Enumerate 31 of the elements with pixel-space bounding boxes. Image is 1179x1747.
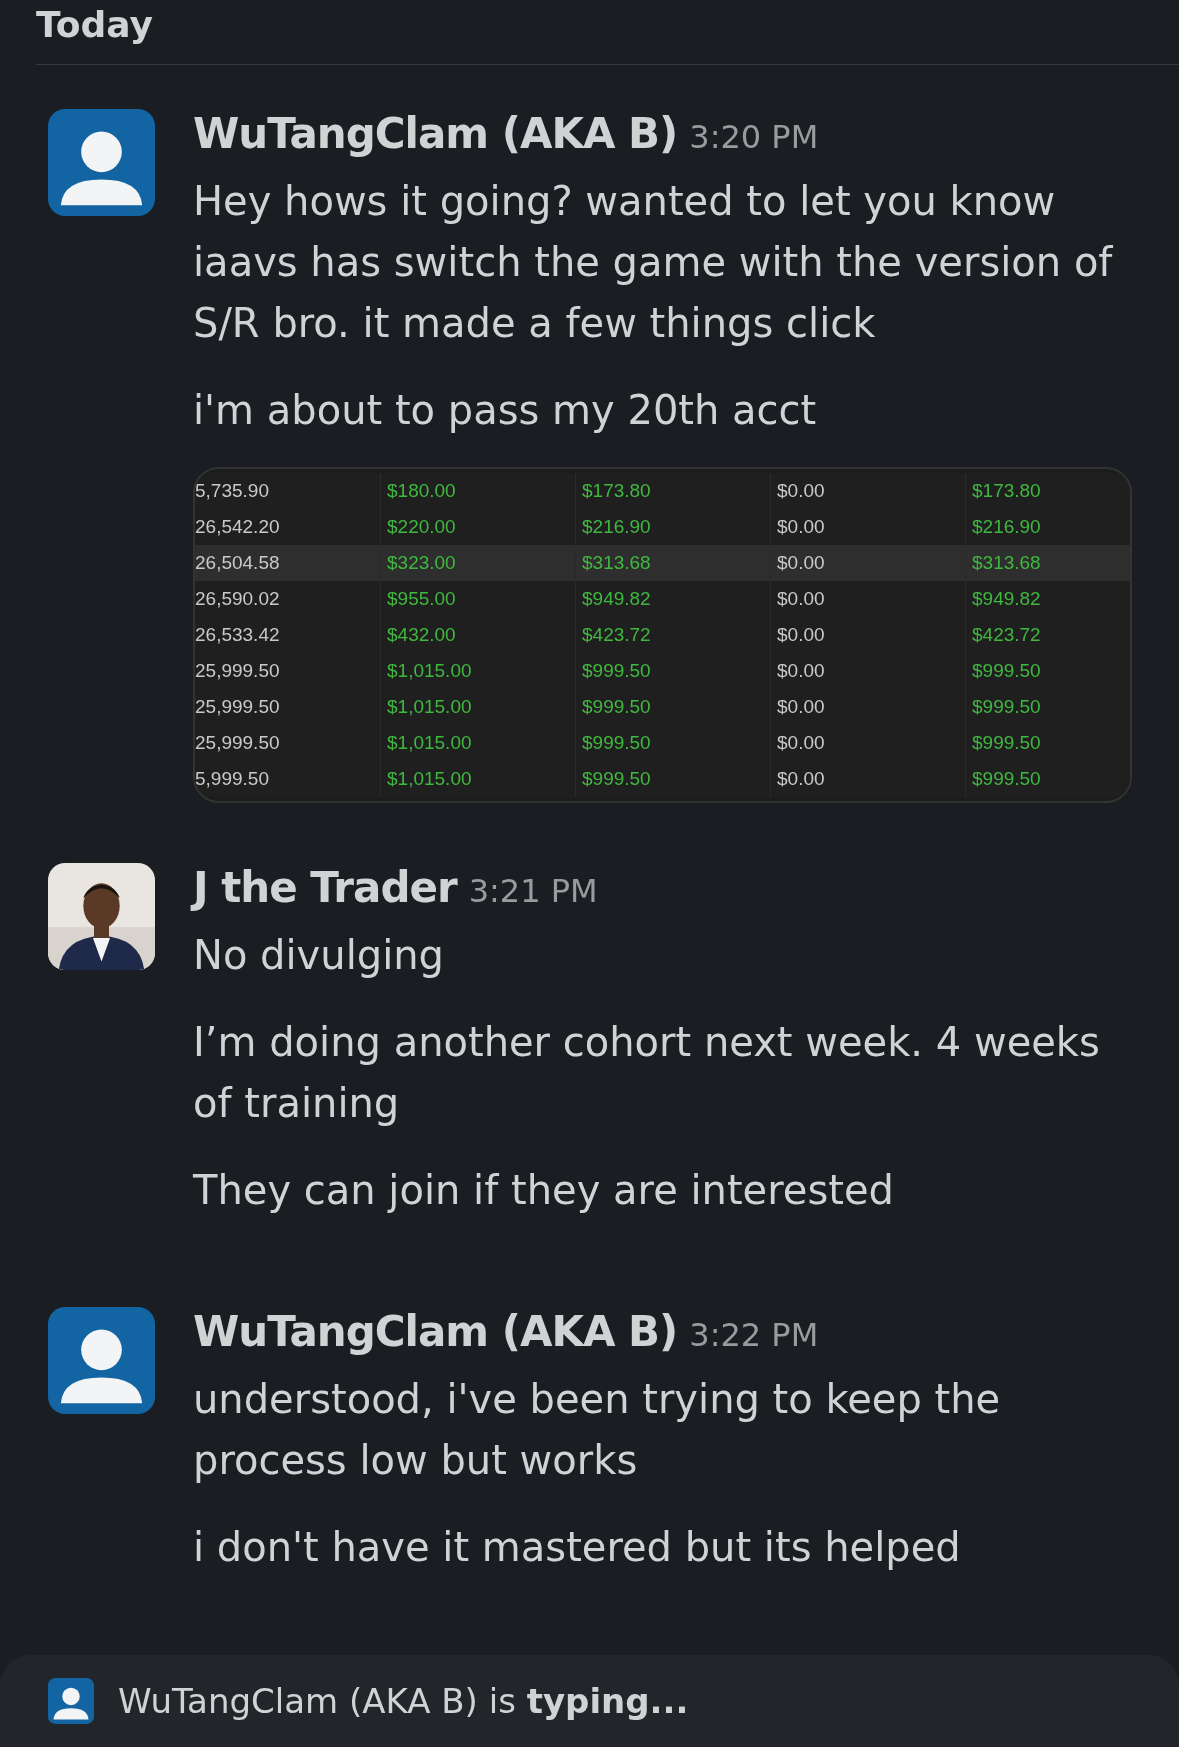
table-cell-text: 26,504.58 <box>195 551 281 575</box>
user-avatar-icon[interactable] <box>48 1307 155 1414</box>
message-text: I’m doing another cohort next week. 4 weeks of training <box>193 1018 1101 1128</box>
date-divider: Today <box>36 3 153 47</box>
table-cell: $999.50 <box>965 761 1130 797</box>
table-cell: $999.50 <box>575 761 770 797</box>
table-cell-text: 25,999.50 <box>195 695 281 719</box>
timestamp[interactable]: 3:20 PM <box>689 118 819 156</box>
table-cell-text: 26,542.20 <box>195 515 281 539</box>
author-name[interactable]: WuTangClam (AKA B) <box>193 109 678 158</box>
table-cell-text: 5,999.50 <box>195 767 270 791</box>
screenshot-attachment[interactable] <box>193 467 1132 803</box>
table-cell-text: 25,999.50 <box>195 659 281 683</box>
author-name[interactable]: WuTangClam (AKA B) <box>193 1307 678 1356</box>
table-cell-text: 26,590.02 <box>195 587 281 611</box>
table-cell-text: 26,533.42 <box>195 623 281 647</box>
user-avatar-icon[interactable] <box>48 109 155 216</box>
message-text: They can join if they are interested <box>193 1166 895 1215</box>
typing-indicator: WuTangClam (AKA B) is typing... <box>118 1681 689 1721</box>
message-text: i'm about to pass my 20th acct <box>193 386 818 435</box>
table-cell: $0.00 <box>770 761 965 797</box>
message-text: i don't have it mastered but its helped <box>193 1523 962 1572</box>
timestamp[interactable]: 3:22 PM <box>689 1316 819 1354</box>
timestamp[interactable]: 3:21 PM <box>468 872 598 910</box>
message-text: No divulging <box>193 931 445 980</box>
table-cell-text: 25,999.50 <box>195 731 281 755</box>
message-text: Hey hows it going? wanted to let you know iaavs has switch the game with the version of S/R bro. it made a few things click <box>193 177 1114 348</box>
table-cell-text: 5,735.90 <box>195 479 270 503</box>
table-cell: $1,015.00 <box>380 761 575 797</box>
user-avatar-icon <box>48 1678 94 1724</box>
message-text: understood, i've been trying to keep the process low but works <box>193 1375 1002 1485</box>
